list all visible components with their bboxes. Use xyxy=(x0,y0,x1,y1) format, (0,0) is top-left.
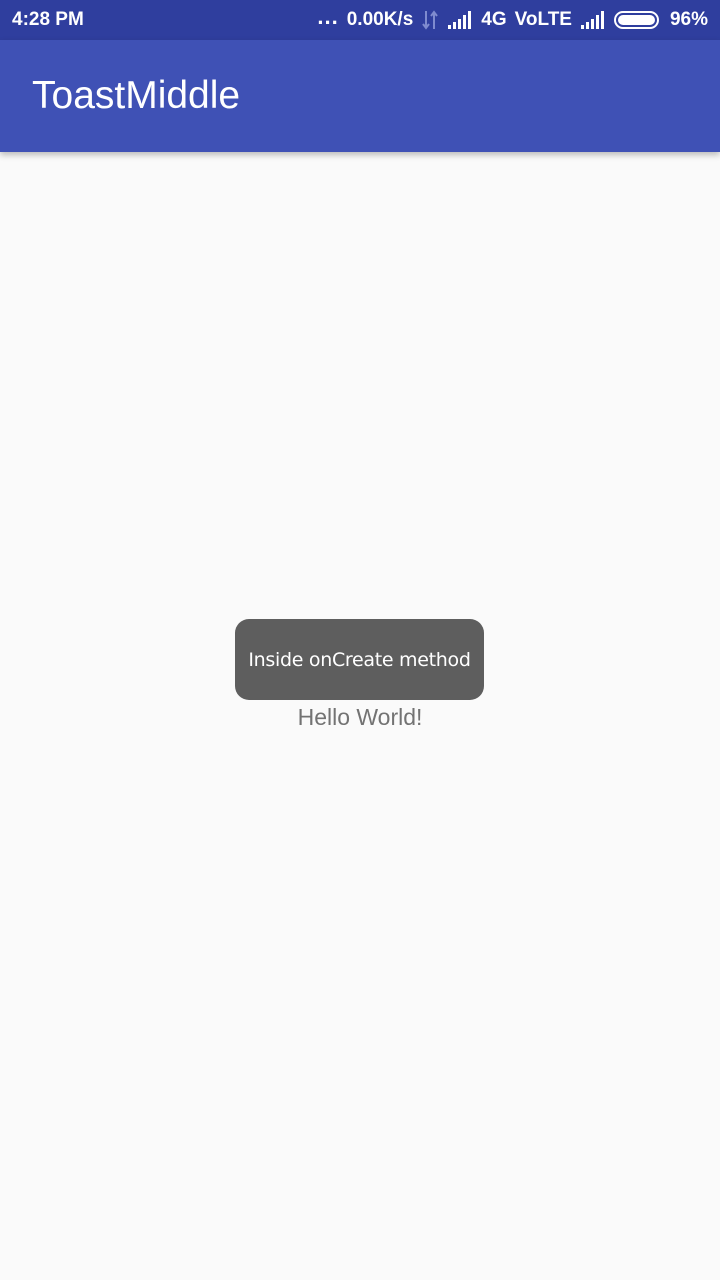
network-type: 4G xyxy=(481,9,507,30)
notification-dots: ... xyxy=(317,4,339,29)
app-title: ToastMiddle xyxy=(32,74,241,117)
status-time: 4:28 PM xyxy=(12,9,84,30)
toast-message: Inside onCreate method xyxy=(235,619,484,700)
hello-text: Hello World! xyxy=(297,704,423,730)
data-transfer-icon xyxy=(421,9,439,31)
toast-text: Inside onCreate method xyxy=(248,648,471,671)
app-bar: ToastMiddle xyxy=(0,40,720,152)
battery-percent: 96% xyxy=(669,9,708,30)
signal-icon xyxy=(580,10,606,30)
net-speed: 0.00K/s xyxy=(346,9,414,30)
status-bar: 4:28 PM ... 0.00K/s 4G VoLTE 96% xyxy=(0,0,720,40)
volte-label: VoLTE xyxy=(514,9,572,30)
battery-icon xyxy=(613,10,662,30)
main-content: Hello World! xyxy=(0,152,720,1280)
signal-icon xyxy=(447,10,473,30)
status-indicators: ... 0.00K/s 4G VoLTE 96% xyxy=(317,0,708,40)
